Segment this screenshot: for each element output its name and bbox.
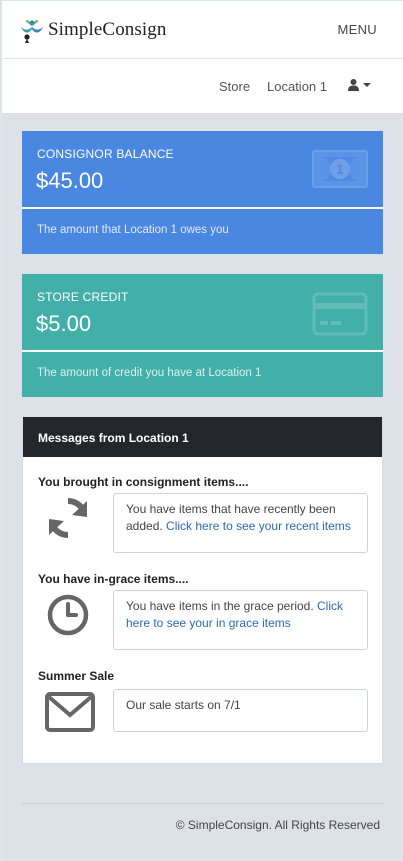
messages-panel: Messages from Location 1 You brought in … — [22, 416, 383, 764]
brand-name: SimpleConsign — [48, 19, 167, 40]
message-text: Our sale starts on 7/1 — [126, 698, 241, 712]
credit-card-icon — [312, 292, 368, 336]
footer-copyright: © SimpleConsign. All Rights Reserved — [175, 818, 380, 832]
balance-value: $45.00 — [36, 168, 104, 193]
svg-text:1: 1 — [336, 161, 344, 177]
user-icon — [348, 79, 359, 91]
message-box: You have items in the grace period. Clic… — [113, 590, 368, 650]
money-bill-icon: 1 — [312, 150, 368, 188]
nav-store-link[interactable]: Store — [219, 79, 250, 94]
nav-location-link[interactable]: Location 1 — [267, 79, 327, 94]
messages-title: Messages from Location 1 — [23, 417, 382, 457]
message-title: You have in-grace items.... — [38, 572, 189, 586]
app-frame: SimpleConsign MENU Store Location 1 CONS… — [1, 1, 403, 860]
user-dropdown[interactable] — [348, 79, 371, 91]
message-box: Our sale starts on 7/1 — [113, 689, 368, 732]
balance-label: CONSIGNOR BALANCE — [37, 147, 174, 161]
footer-divider — [22, 803, 383, 804]
refresh-icon — [49, 497, 87, 539]
message-box: You have items that have recently been a… — [113, 493, 368, 553]
message-text: You have items in the grace period. — [126, 599, 318, 613]
consignor-balance-card: CONSIGNOR BALANCE $45.00 1 The amount th… — [22, 131, 383, 254]
brand-logo[interactable]: SimpleConsign — [19, 16, 166, 44]
clock-icon — [47, 594, 89, 636]
envelope-icon — [45, 692, 95, 732]
menu-button[interactable]: MENU — [338, 22, 377, 37]
credit-description: The amount of credit you have at Locatio… — [37, 367, 262, 379]
store-credit-card: STORE CREDIT $5.00 The amount of credit … — [22, 274, 383, 397]
simpleconsign-logo-icon — [21, 20, 43, 43]
message-title: Summer Sale — [38, 669, 115, 683]
sub-navbar: Store Location 1 — [2, 59, 403, 114]
chevron-down-icon — [363, 83, 371, 87]
message-title: You brought in consignment items.... — [38, 475, 249, 489]
balance-description: The amount that Location 1 owes you — [37, 224, 229, 236]
credit-value: $5.00 — [36, 311, 92, 336]
recent-items-link[interactable]: Click here to see your recent items — [166, 519, 351, 533]
credit-label: STORE CREDIT — [37, 290, 129, 304]
top-navbar: SimpleConsign MENU — [2, 1, 403, 59]
